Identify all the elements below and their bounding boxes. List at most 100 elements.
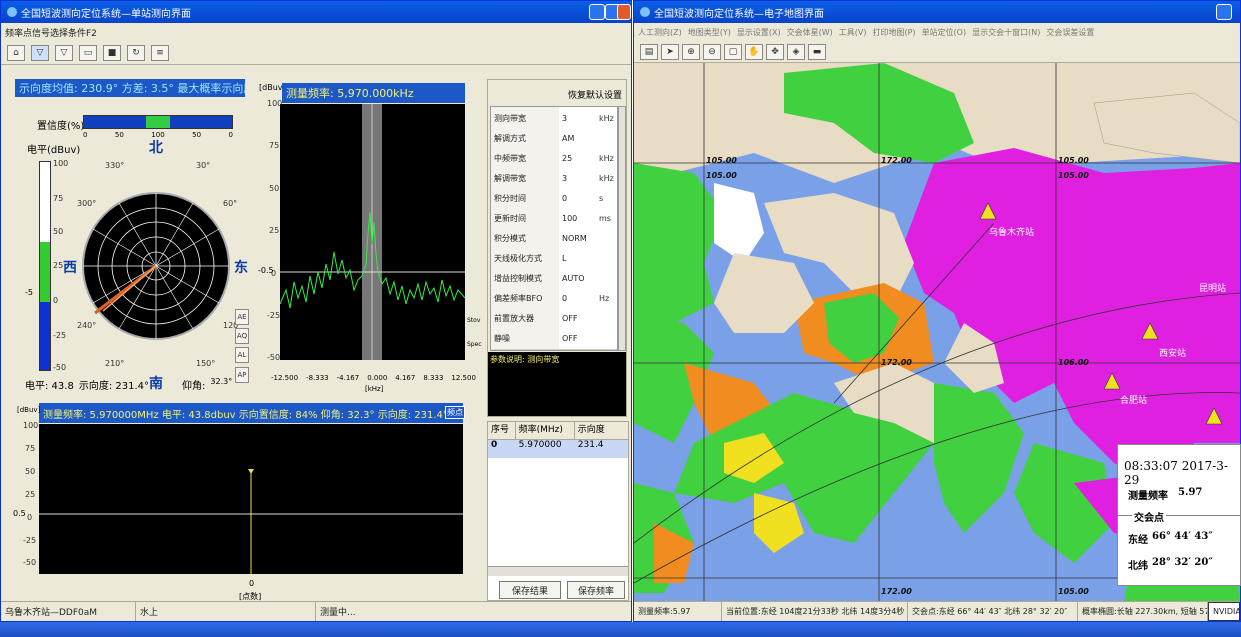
menu-cross-error[interactable]: 交会误差设置: [1046, 27, 1094, 38]
col-direction[interactable]: 示向度: [575, 422, 628, 439]
status-gpu: NVIDIA: [1208, 602, 1240, 621]
spectrum-plot: [280, 104, 465, 360]
status-freq: 测量频率:5.97: [634, 602, 722, 621]
status-mode: 水上: [136, 602, 316, 621]
text-icon[interactable]: ≡: [151, 44, 169, 61]
waterfall-tag[interactable]: 频点: [445, 406, 465, 419]
status-state: 测量中...: [320, 608, 356, 618]
grid-label: 172.00: [881, 156, 912, 165]
status-station: 乌鲁木齐站—DDF0aM: [1, 602, 136, 621]
results-header-row: 序号 频率(MHz) 示向度: [488, 422, 628, 440]
grid-label: 172.00: [881, 358, 912, 367]
spectrum-header: 测量频率: 5,970.000kHz: [282, 83, 465, 103]
zoom-out-icon[interactable]: ⊖: [703, 43, 721, 60]
params-panel: 恢复默认设置 测向带宽 3 kHz 解调方式 AM 中频带宽 25 kHz 解调带宽 3 kH…: [487, 79, 627, 417]
table-row[interactable]: 0 5.970000 231.4: [488, 440, 628, 458]
confidence-bar: [83, 115, 233, 129]
info-lat-row: 北纬 28° 32′ 20″: [1128, 557, 1213, 572]
results-panel: 序号 频率(MHz) 示向度 0 5.970000 231.4: [487, 421, 629, 601]
waterfall-marker: 0.5: [13, 509, 26, 518]
minimize-button[interactable]: [1216, 4, 1232, 20]
station-label: 西安站: [1159, 349, 1187, 359]
pointer-icon[interactable]: ➤: [661, 43, 679, 60]
refresh-icon[interactable]: ↻: [127, 44, 145, 61]
left-titlebar[interactable]: 全国短波测向定位系统—单站测向界面: [1, 1, 631, 23]
menu-cross-window[interactable]: 显示交会十窗口(N): [972, 27, 1040, 38]
minimize-button[interactable]: [589, 4, 605, 20]
layers-icon[interactable]: ◈: [787, 43, 805, 60]
ruler-icon[interactable]: ▬: [808, 43, 826, 60]
open-icon[interactable]: ▤: [640, 43, 658, 60]
save-results-button[interactable]: 保存结果: [499, 581, 561, 599]
right-toolbar: ▤ ➤ ⊕ ⊖ ▢ ✋ ✥ ◈ ▬: [634, 41, 1240, 63]
menu-item-freq-select[interactable]: 频率点信号选择条件F2: [5, 26, 97, 39]
app-icon: [640, 7, 650, 17]
menu-map-type[interactable]: 地图类型(Y): [688, 27, 731, 38]
spectrum-btn-spec[interactable]: Spec: [467, 341, 482, 348]
pan-icon[interactable]: ✋: [745, 43, 763, 60]
info-freq-row: 测量频率 5.97: [1128, 487, 1203, 502]
menu-cross[interactable]: 交会体星(W): [787, 27, 833, 38]
compass-btn-ae[interactable]: AE: [235, 309, 249, 325]
compass-btn-aq[interactable]: AQ: [235, 328, 249, 344]
menu-print[interactable]: 打印地图(P): [872, 27, 915, 38]
close-button[interactable]: [617, 4, 631, 20]
param-row[interactable]: 静噪 OFF: [491, 327, 617, 350]
filter-icon[interactable]: ▽: [31, 44, 49, 61]
grid-label: 105.00: [706, 171, 737, 180]
save-frequency-button[interactable]: 保存频率: [567, 581, 625, 599]
status-cross: 交会点:东经 66° 44′ 43″ 北纬 28° 32′ 20″: [908, 602, 1078, 621]
menu-manual-df[interactable]: 人工测向(Z): [638, 27, 682, 38]
spectrum-marker: -0.5: [258, 266, 274, 275]
left-statusbar: 乌鲁木齐站—DDF0aM 水上 测量中...: [1, 601, 631, 621]
col-freq[interactable]: 频率(MHz): [516, 422, 575, 439]
move-icon[interactable]: ✥: [766, 43, 784, 60]
direction-finding-window: 全国短波测向定位系统—单站测向界面 频率点信号选择条件F2 ⌂ ▽ ▽ ▭ ■ …: [0, 0, 632, 622]
zoom-box-icon[interactable]: ▢: [724, 43, 742, 60]
compass-north: 北: [149, 140, 163, 156]
waterfall-unit: [dBuv]: [17, 406, 41, 414]
save-icon[interactable]: ▭: [79, 44, 97, 61]
home-icon[interactable]: ⌂: [7, 44, 25, 61]
stop-icon[interactable]: ■: [103, 44, 121, 61]
station-label: 乌鲁木齐站: [989, 228, 1035, 238]
cross-point-info[interactable]: 08:33:07 2017-3-29 测量频率 5.97 交会点 东经 66° …: [1117, 444, 1241, 586]
grid-label: 105.00: [1058, 156, 1089, 165]
param-description: 参数说明: 测向带宽: [488, 352, 626, 416]
compass-footer: 电平: 43.8 示向度: 231.4° 仰角: 32.3°: [25, 377, 233, 392]
results-hscrollbar[interactable]: [488, 566, 628, 576]
right-title: 全国短波测向定位系统—电子地图界面: [654, 8, 824, 20]
spectrum-btn-stov[interactable]: Stov: [467, 317, 480, 324]
left-toolbar: ⌂ ▽ ▽ ▭ ■ ↻ ≡: [1, 41, 631, 65]
filter-icon[interactable]: ▽: [55, 44, 73, 61]
level-bar: [39, 161, 51, 371]
status-position: 当前位置:东经 104度21分33秒 北纬 14度3分4秒: [722, 602, 908, 621]
col-index[interactable]: 序号: [488, 422, 516, 439]
right-menubar: 人工测向(Z) 地图类型(Y) 显示设置(X) 交会体星(W) 工具(V) 打印…: [634, 23, 1240, 41]
info-time: 08:33:07 2017-3-29: [1124, 459, 1228, 487]
params-list: 测向带宽 3 kHz 解调方式 AM 中频带宽 25 kHz 解调带宽 3 kHz 积分时间 0…: [490, 106, 618, 351]
menu-single-locate[interactable]: 单站定位(O): [922, 27, 967, 38]
zoom-in-icon[interactable]: ⊕: [682, 43, 700, 60]
level-label: 电平(dBuv): [27, 145, 81, 156]
compass-east: 东: [234, 260, 248, 276]
restore-defaults-button[interactable]: 恢复默认设置: [568, 88, 622, 101]
level-marker: -5: [25, 288, 33, 297]
confidence-label: 置信度(%): [37, 121, 85, 132]
taskbar: [0, 622, 1241, 637]
direction-header: 示向度均值: 230.9° 方差: 3.5° 最大概率示向度:: [15, 79, 245, 97]
grid-label: 105.00: [1058, 171, 1089, 180]
station-label: 昆明站: [1199, 284, 1227, 294]
waterfall-x-label: 0: [249, 579, 255, 588]
status-ellipse: 概率椭圆:长轴 227.30km, 短轴 57.22km: [1078, 602, 1208, 621]
menu-tools[interactable]: 工具(V): [839, 27, 867, 38]
compass-btn-ap[interactable]: AP: [235, 367, 249, 383]
compass-btn-al[interactable]: AL: [235, 347, 249, 363]
waterfall-plot: [39, 424, 463, 574]
right-titlebar[interactable]: 全国短波测向定位系统—电子地图界面: [634, 1, 1240, 23]
params-scrollbar[interactable]: [618, 106, 626, 351]
app-icon: [7, 7, 17, 17]
grid-label: 106.00: [1058, 358, 1089, 367]
right-statusbar: 测量频率:5.97 当前位置:东经 104度21分33秒 北纬 14度3分4秒 …: [634, 601, 1240, 621]
menu-display-settings[interactable]: 显示设置(X): [737, 27, 781, 38]
